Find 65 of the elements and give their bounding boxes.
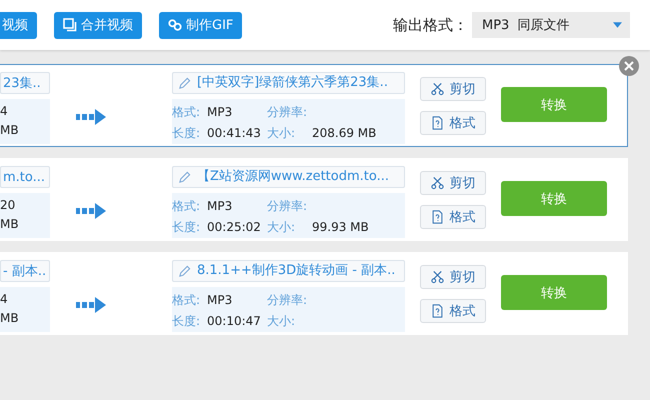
field-value: 208.69 MB xyxy=(312,124,376,142)
pencil-icon xyxy=(178,170,191,184)
field-label: 分辨率: xyxy=(267,198,308,215)
scissors-icon xyxy=(430,82,444,96)
output-format-dropdown[interactable]: MP3 同原文件 xyxy=(472,12,630,38)
convert-button[interactable]: 转换 xyxy=(501,275,607,310)
toolbar-button[interactable]: 制作GIF xyxy=(159,12,242,38)
field-label: 大小: xyxy=(267,124,296,142)
format-button[interactable]: 格式 xyxy=(420,205,486,229)
field-value: 00:41:43 xyxy=(207,124,261,142)
close-icon[interactable] xyxy=(619,56,639,76)
source-info-text: 4 xyxy=(0,103,9,120)
output-name-field[interactable]: 【Z站资源网www.zettodm.to... xyxy=(172,166,405,188)
field-value: 00:25:02 xyxy=(207,218,261,236)
field-label: 长度: xyxy=(172,124,202,142)
cut-button[interactable]: 剪切 xyxy=(420,77,486,101)
format-button[interactable]: 格式 xyxy=(420,299,486,323)
source-name: - 副本.. xyxy=(0,260,50,282)
field-label: 格式: xyxy=(172,292,202,309)
caret-icon xyxy=(613,22,622,28)
field-label: 长度: xyxy=(172,312,202,330)
scissors-icon xyxy=(430,176,444,190)
field-value: MP3 xyxy=(207,292,232,309)
pencil-icon xyxy=(178,76,191,90)
toolbar-button[interactable]: 合并视频 xyxy=(54,12,142,38)
link-icon xyxy=(168,18,182,32)
cut-button[interactable]: 剪切 xyxy=(420,265,486,289)
file-question-icon xyxy=(430,304,444,318)
field-value: MP3 xyxy=(207,198,232,215)
source-name: m.to... xyxy=(0,166,50,188)
field-value: 00:10:47 xyxy=(207,312,261,330)
file-card[interactable]: 23集.. 4 MB [中英双字]绿箭侠第六季第23集.. 格式: MP3 分辨率: 长度: 00:41:43 大小: 208.69 MB 剪切 格式 转换 xyxy=(0,64,628,147)
source-name: 23集.. xyxy=(0,72,50,94)
source-info-text: 20 xyxy=(0,197,16,214)
copy-icon xyxy=(63,18,77,32)
field-label: 格式: xyxy=(172,198,202,215)
source-info-text: 4 xyxy=(0,291,9,308)
arrow-icon xyxy=(76,297,106,313)
source-info-text: MB xyxy=(0,216,20,233)
field-value: 99.93 MB xyxy=(312,218,369,236)
source-info-text: MB xyxy=(0,310,20,327)
format-button[interactable]: 格式 xyxy=(420,111,486,135)
file-card[interactable]: - 副本.. 4 MB 8.1.1++制作3D旋转动画 - 副本.. 格式: MP3 分辨率: 长度: 00:10:47 大小: 剪切 格式 转换 xyxy=(0,252,628,335)
cut-button[interactable]: 剪切 xyxy=(420,171,486,195)
toolbar-button[interactable]: 视频 xyxy=(0,12,37,38)
arrow-icon xyxy=(76,109,106,125)
output-name-field[interactable]: 8.1.1++制作3D旋转动画 - 副本.. xyxy=(172,260,405,282)
output-format-label: 输出格式： xyxy=(393,16,468,34)
field-label: 长度: xyxy=(172,218,202,236)
file-question-icon xyxy=(430,116,444,130)
field-label: 分辨率: xyxy=(267,292,308,309)
file-question-icon xyxy=(430,210,444,224)
field-label: 大小: xyxy=(267,312,296,330)
source-info-text: MB xyxy=(0,122,20,139)
pencil-icon xyxy=(178,264,191,278)
convert-button[interactable]: 转换 xyxy=(501,87,607,122)
field-label: 格式: xyxy=(172,104,202,121)
field-label: 分辨率: xyxy=(267,104,308,121)
field-label: 大小: xyxy=(267,218,296,236)
scissors-icon xyxy=(430,270,444,284)
output-name-field[interactable]: [中英双字]绿箭侠第六季第23集.. xyxy=(172,72,405,94)
arrow-icon xyxy=(76,203,106,219)
convert-button[interactable]: 转换 xyxy=(501,181,607,216)
field-value: MP3 xyxy=(207,104,232,121)
file-card[interactable]: m.to... 20 MB 【Z站资源网www.zettodm.to... 格式: MP3 分辨率: 长度: 00:25:02 大小: 99.93 MB 剪切 格式 转换 xyxy=(0,158,628,241)
